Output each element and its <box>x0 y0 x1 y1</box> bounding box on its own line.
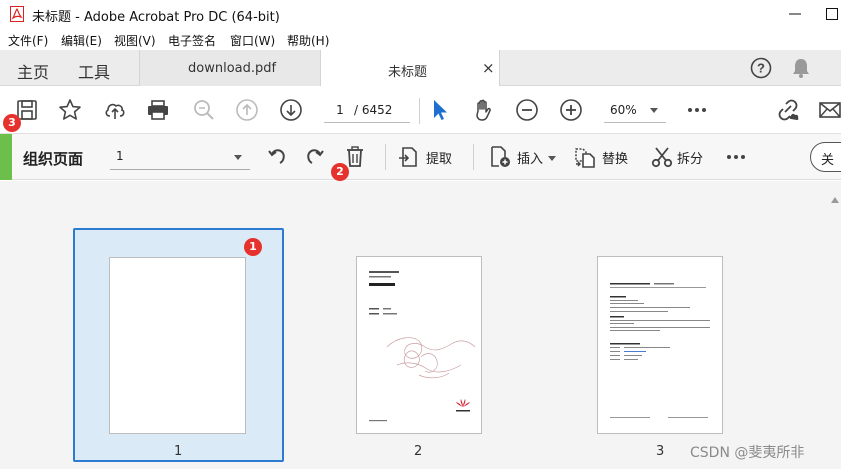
next-page-icon[interactable] <box>279 98 303 122</box>
thumbnail-page-2[interactable] <box>356 256 482 434</box>
zoom-level-value: 60% <box>610 103 637 117</box>
current-page-input[interactable]: 1 <box>327 100 353 120</box>
thumbnail-page-3[interactable] <box>597 256 723 434</box>
organize-accent-strip <box>0 134 12 180</box>
zoom-search-icon[interactable] <box>192 98 216 122</box>
page-field-underline <box>324 122 410 123</box>
thumbnail-number-1: 1 <box>174 444 183 459</box>
annotation-badge-1: 1 <box>244 238 262 256</box>
help-glyph: ? <box>757 61 765 76</box>
notification-bell-icon[interactable] <box>791 57 811 79</box>
insert-button[interactable]: 插入 <box>517 148 543 167</box>
email-icon[interactable] <box>818 98 841 122</box>
zoom-in-icon[interactable] <box>559 98 583 122</box>
tab-untitled[interactable]: 未标题 × <box>320 50 500 87</box>
rotate-left-icon[interactable] <box>265 145 289 169</box>
chevron-down-icon <box>650 108 658 113</box>
more-tools-icon[interactable] <box>685 98 709 122</box>
page-2-cover-preview <box>369 271 476 422</box>
rotate-right-icon[interactable] <box>303 145 327 169</box>
insert-page-icon[interactable] <box>488 145 512 169</box>
tab-bar: 主页 工具 download.pdf 未标题 × ? <box>0 50 841 87</box>
tab-tools[interactable]: 工具 <box>78 59 110 83</box>
csdn-watermark: CSDN @斐夷所非 <box>690 445 805 461</box>
thumbnail-number-3: 3 <box>656 444 665 459</box>
menu-esign[interactable]: 电子签名 <box>168 32 216 49</box>
zoom-field-underline <box>604 122 666 123</box>
upload-cloud-icon[interactable] <box>103 98 127 122</box>
page-thumbnails-area: 1 2 3 CSDN @斐夷所非 <box>0 181 841 469</box>
menu-help[interactable]: 帮助(H) <box>287 32 329 49</box>
extract-button[interactable]: 提取 <box>426 148 452 167</box>
scroll-up-arrow-icon[interactable] <box>831 197 839 203</box>
acrobat-app-icon <box>10 6 24 22</box>
page-3-text-preview <box>610 283 710 418</box>
share-link-icon[interactable] <box>775 98 801 122</box>
total-pages-label: / 6452 <box>354 103 393 117</box>
organize-divider <box>385 144 386 170</box>
menu-bar: 文件(F) 编辑(E) 视图(V) 电子签名 窗口(W) 帮助(H) <box>0 30 841 50</box>
maximize-icon[interactable] <box>826 8 838 20</box>
main-toolbar: 1 / 6452 60% <box>0 86 841 215</box>
tab-download-label: download.pdf <box>188 61 277 76</box>
print-icon[interactable] <box>146 98 170 122</box>
minimize-icon[interactable] <box>787 6 803 22</box>
select-pointer-icon[interactable] <box>428 98 452 122</box>
replace-pages-icon[interactable] <box>573 145 597 169</box>
close-organize-button[interactable]: 关 <box>810 142 841 172</box>
thumbnail-page-1[interactable] <box>109 257 246 434</box>
organize-pages-title: 组织页面 <box>23 150 84 168</box>
zoom-out-icon[interactable] <box>515 98 539 122</box>
zoom-level-select[interactable]: 60% <box>604 98 664 122</box>
more-options-icon[interactable] <box>724 145 748 169</box>
title-bar: 未标题 - Adobe Acrobat Pro DC (64-bit) <box>0 0 841 30</box>
page-range-select[interactable]: 1 <box>110 144 250 170</box>
tab-home[interactable]: 主页 <box>17 59 49 83</box>
split-button[interactable]: 拆分 <box>677 148 703 167</box>
organize-divider <box>473 144 474 170</box>
insert-chevron-down-icon[interactable] <box>548 156 556 161</box>
close-organize-label: 关 <box>821 153 835 168</box>
thumbnail-number-2: 2 <box>414 444 423 459</box>
menu-window[interactable]: 窗口(W) <box>230 32 275 49</box>
replace-button[interactable]: 替换 <box>602 148 628 167</box>
close-tab-icon[interactable]: × <box>482 59 495 77</box>
extract-icon[interactable] <box>397 145 421 169</box>
annotation-badge-3: 3 <box>3 114 21 132</box>
window-title: 未标题 - Adobe Acrobat Pro DC (64-bit) <box>32 10 280 25</box>
chevron-down-icon <box>234 155 242 160</box>
page-range-value: 1 <box>116 149 124 163</box>
menu-view[interactable]: 视图(V) <box>114 32 156 49</box>
menu-file[interactable]: 文件(F) <box>8 32 48 49</box>
tab-untitled-label: 未标题 <box>388 65 428 80</box>
help-icon[interactable]: ? <box>750 57 772 79</box>
tab-download-pdf[interactable]: download.pdf <box>139 50 320 86</box>
toolbar-divider <box>419 98 420 124</box>
organize-pages-bar: 组织页面 1 提取 插入 替换 拆分 关 <box>0 134 841 180</box>
menu-edit[interactable]: 编辑(E) <box>61 32 102 49</box>
previous-page-icon[interactable] <box>235 98 259 122</box>
split-scissors-icon[interactable] <box>650 145 674 169</box>
hand-tool-icon[interactable] <box>471 98 495 122</box>
bookmark-star-icon[interactable] <box>58 98 82 122</box>
annotation-badge-2: 2 <box>331 163 349 181</box>
